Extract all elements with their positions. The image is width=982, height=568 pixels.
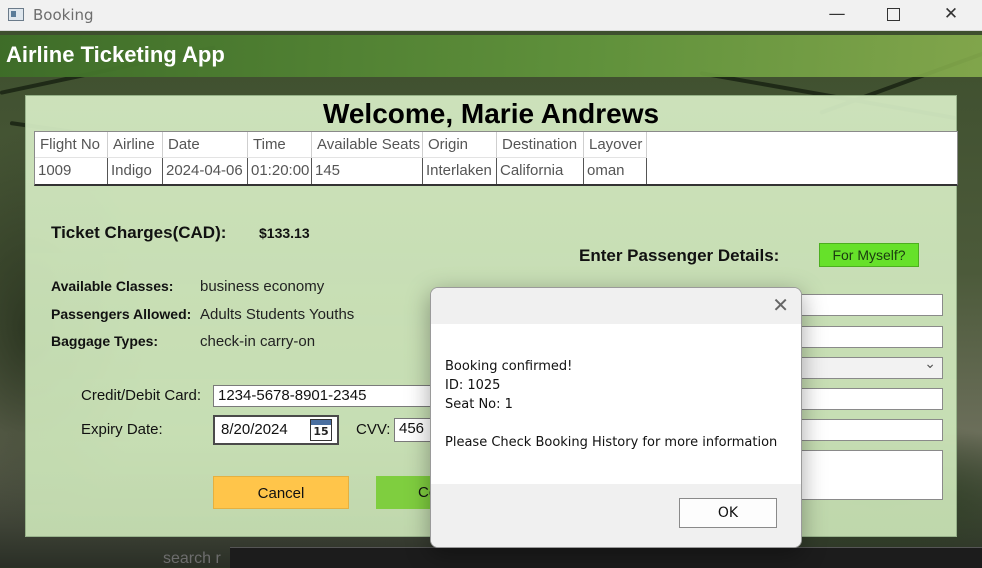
column-header[interactable]: Origin [423,132,497,158]
passengers-allowed-label: Passengers Allowed: [51,306,192,322]
available-classes-label: Available Classes: [51,278,174,294]
available-classes-value: business economy [200,278,325,295]
column-header[interactable]: Available Seats [312,132,423,158]
welcome-heading: Welcome, Marie Andrews [322,98,660,129]
table-cell[interactable]: 01:20:00 [248,158,312,184]
expiry-date-value: 8/20/2024 [221,421,288,438]
app-title: Airline Ticketing App [6,42,225,67]
confirm-button[interactable]: Co [376,476,436,509]
flight-table: Flight No Airline Date Time Available Se… [34,131,958,186]
passengers-allowed-value: Adults Students Youths [200,306,355,323]
card-label: Credit/Debit Card: [81,387,202,404]
window-titlebar: Booking — ✕ [0,0,982,31]
dialog-footer: OK [431,484,801,547]
table-cell[interactable]: California [497,158,584,184]
table-cell[interactable]: 2024-04-06 [163,158,248,184]
background-search-text: search r [163,550,221,567]
ticket-charges-label: Ticket Charges(CAD): [51,223,227,242]
baggage-types-label: Baggage Types: [51,333,159,349]
passenger-field[interactable] [798,419,943,441]
passenger-field[interactable] [798,388,943,410]
minimize-button[interactable]: — [808,0,866,30]
baggage-types-value: check-in carry-on [200,333,316,350]
passenger-field[interactable] [798,326,943,348]
table-cell[interactable]: 145 [312,158,423,184]
ok-button[interactable]: OK [679,498,777,528]
column-header[interactable]: Flight No [35,132,108,158]
card-number-input[interactable]: 1234-5678-8901-2345 [213,385,433,407]
expiry-date-picker[interactable]: 8/20/2024 15 [213,415,339,445]
cvv-label: CVV: [356,421,391,438]
cvv-input[interactable]: 456 [394,418,434,442]
table-cell[interactable]: Indigo [108,158,163,184]
maximize-button[interactable] [864,0,922,30]
column-header[interactable]: Layover [584,132,647,158]
close-window-button[interactable]: ✕ [922,0,980,30]
column-header[interactable]: Airline [108,132,163,158]
app-window-icon [8,8,24,21]
cancel-button[interactable]: Cancel [213,476,349,509]
table-header-row: Flight No Airline Date Time Available Se… [35,132,647,158]
background-window-edge [230,547,982,568]
calendar-icon[interactable]: 15 [310,419,332,441]
table-cell[interactable]: oman [584,158,647,184]
table-row[interactable]: 1009 Indigo 2024-04-06 01:20:00 145 Inte… [35,158,647,184]
dialog-message-line: Please Check Booking History for more in… [445,435,778,450]
dialog-message-line: ID: 1025 [445,378,501,393]
window-title: Booking [33,6,94,24]
dialog-message-line: Booking confirmed! [445,359,573,374]
for-myself-button[interactable]: For Myself? [819,243,919,267]
passenger-type-select[interactable] [798,355,943,379]
column-header[interactable]: Time [248,132,312,158]
confirmation-dialog: ✕ Booking confirmed! ID: 1025 Seat No: 1… [430,287,802,548]
expiry-label: Expiry Date: [81,421,163,438]
table-cell[interactable]: Interlaken [423,158,497,184]
ticket-charges-value: $133.13 [259,225,310,241]
column-header[interactable]: Destination [497,132,584,158]
dialog-close-button[interactable]: ✕ [772,293,789,317]
passenger-notes-field[interactable] [798,450,943,500]
dialog-message-line: Seat No: 1 [445,397,513,412]
app-header: Airline Ticketing App [0,35,982,77]
maximize-icon [886,8,900,21]
passenger-details-heading: Enter Passenger Details: [579,246,780,265]
passenger-name-field[interactable] [798,294,943,316]
dialog-titlebar: ✕ [431,288,801,324]
column-header[interactable]: Date [163,132,248,158]
table-cell[interactable]: 1009 [35,158,108,184]
